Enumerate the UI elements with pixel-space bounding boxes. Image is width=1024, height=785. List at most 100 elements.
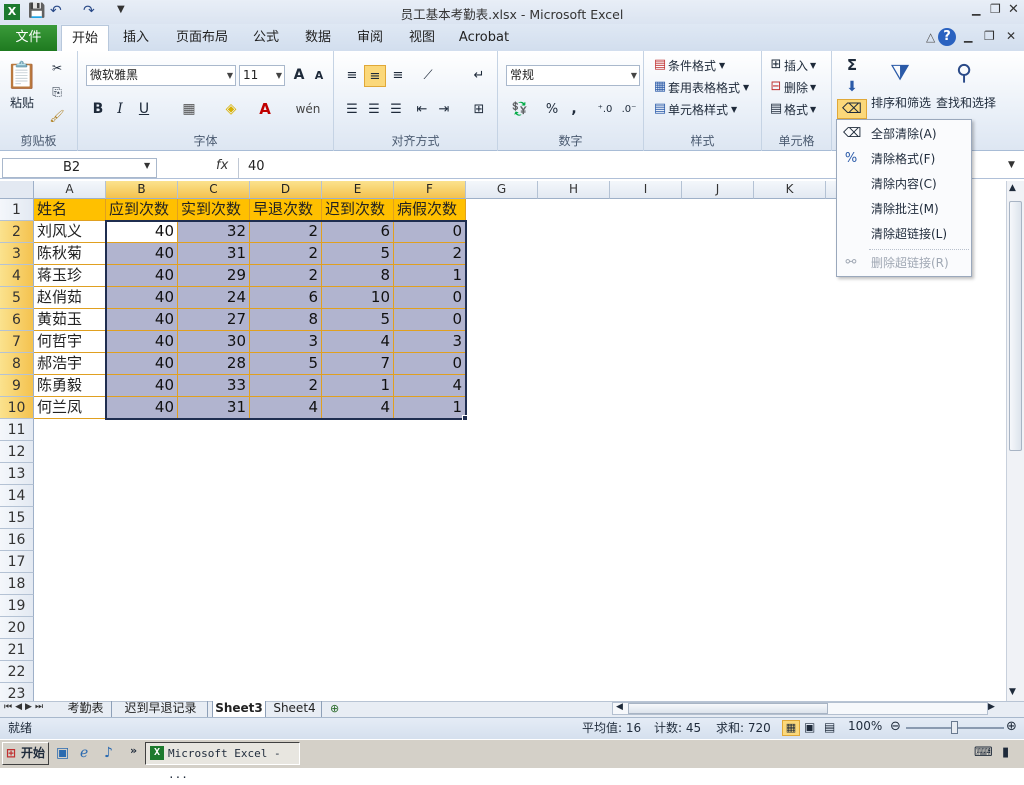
- zoom-level[interactable]: 100%: [848, 719, 882, 733]
- copy-icon[interactable]: ⎘: [48, 83, 66, 101]
- vertical-scroll-thumb[interactable]: [1009, 201, 1022, 451]
- row-header[interactable]: 4: [0, 265, 34, 287]
- page-break-view-icon[interactable]: ▤: [824, 720, 835, 734]
- border-icon[interactable]: ▦: [178, 99, 200, 119]
- scroll-down-icon[interactable]: ▼: [1009, 687, 1016, 697]
- merge-center-icon[interactable]: ⊞: [468, 99, 490, 119]
- align-bottom-icon[interactable]: ≡: [388, 65, 408, 85]
- table-cell[interactable]: 陈秋菊: [34, 243, 106, 265]
- column-header[interactable]: G: [466, 181, 538, 199]
- scroll-left-icon[interactable]: ◀: [616, 702, 623, 712]
- align-left-icon[interactable]: ☰: [342, 99, 362, 119]
- sheet-tab[interactable]: Sheet4: [268, 701, 322, 717]
- normal-view-icon[interactable]: ▦: [782, 720, 800, 736]
- align-center-icon[interactable]: ☰: [364, 99, 384, 119]
- table-cell[interactable]: 刘风义: [34, 221, 106, 243]
- row-header[interactable]: 6: [0, 309, 34, 331]
- font-name-combo[interactable]: 微软雅黑 ▼: [86, 65, 236, 86]
- row-header[interactable]: 18: [0, 573, 34, 595]
- align-right-icon[interactable]: ☰: [386, 99, 406, 119]
- table-cell[interactable]: 赵俏茹: [34, 287, 106, 309]
- horizontal-scroll-thumb[interactable]: [628, 703, 828, 714]
- align-top-icon[interactable]: ≡: [342, 65, 362, 85]
- sheet-tab[interactable]: 迟到早退记录: [114, 701, 208, 717]
- font-size-combo[interactable]: 11 ▼: [239, 65, 285, 86]
- row-header[interactable]: 20: [0, 617, 34, 639]
- row-header[interactable]: 13: [0, 463, 34, 485]
- insert-button[interactable]: ⊞ 插入 ▼: [768, 55, 830, 75]
- format-button[interactable]: ▤ 格式 ▼: [768, 99, 830, 119]
- format-as-table-button[interactable]: ▦ 套用表格格式 ▼: [652, 77, 760, 97]
- table-cell[interactable]: 蒋玉珍: [34, 265, 106, 287]
- cut-icon[interactable]: ✂: [48, 59, 66, 77]
- tab-file[interactable]: 文件: [0, 25, 57, 51]
- shrink-font-icon[interactable]: A: [310, 65, 328, 85]
- table-cell[interactable]: 黄茹玉: [34, 309, 106, 331]
- quicklaunch-media-icon[interactable]: ♪: [104, 745, 113, 761]
- column-header[interactable]: H: [538, 181, 610, 199]
- percent-button[interactable]: %: [542, 99, 562, 119]
- page-layout-view-icon[interactable]: ▣: [804, 720, 815, 734]
- table-cell[interactable]: 病假次数: [394, 199, 466, 221]
- column-header[interactable]: A: [34, 181, 106, 199]
- row-header[interactable]: 9: [0, 375, 34, 397]
- row-header[interactable]: 3: [0, 243, 34, 265]
- row-header[interactable]: 17: [0, 551, 34, 573]
- quicklaunch-ie-icon[interactable]: ℯ: [80, 745, 88, 761]
- fill-handle[interactable]: [462, 415, 468, 421]
- name-box[interactable]: B2: [2, 158, 157, 178]
- table-cell[interactable]: 陈勇毅: [34, 375, 106, 397]
- column-header[interactable]: I: [610, 181, 682, 199]
- sort-filter-icon[interactable]: ⧩: [882, 55, 918, 91]
- tray-keyboard-icon[interactable]: ⌨: [974, 745, 993, 760]
- help-icon[interactable]: ?: [938, 28, 956, 46]
- row-header[interactable]: 15: [0, 507, 34, 529]
- bold-button[interactable]: B: [88, 99, 108, 119]
- increase-indent-icon[interactable]: ⇥: [434, 99, 454, 119]
- insert-function-button[interactable]: fx: [216, 158, 228, 173]
- table-cell[interactable]: 应到次数: [106, 199, 178, 221]
- tab-formulas[interactable]: 公式: [244, 25, 288, 51]
- tab-view[interactable]: 视图: [400, 25, 444, 51]
- menu-clear-all[interactable]: ⌫ 全部清除(A): [837, 122, 971, 147]
- select-all-corner[interactable]: [0, 181, 34, 199]
- sheet-tab-active[interactable]: Sheet3: [212, 701, 266, 717]
- menu-clear-contents[interactable]: 清除内容(C): [837, 172, 971, 197]
- tab-insert[interactable]: 插入: [114, 25, 158, 51]
- column-header[interactable]: C: [178, 181, 250, 199]
- menu-clear-comments[interactable]: 清除批注(M): [837, 197, 971, 222]
- fill-color-icon[interactable]: ◈: [220, 99, 242, 119]
- fill-icon[interactable]: ⬇: [838, 77, 866, 97]
- column-header[interactable]: B: [106, 181, 178, 199]
- column-header[interactable]: J: [682, 181, 754, 199]
- row-header[interactable]: 16: [0, 529, 34, 551]
- tab-page-layout[interactable]: 页面布局: [170, 25, 234, 51]
- row-header[interactable]: 7: [0, 331, 34, 353]
- row-header[interactable]: 2: [0, 221, 34, 243]
- row-header[interactable]: 5: [0, 287, 34, 309]
- wrap-text-icon[interactable]: ↵: [468, 65, 490, 85]
- ribbon-minimize-icon[interactable]: △: [926, 30, 935, 44]
- row-header[interactable]: 8: [0, 353, 34, 375]
- currency-icon[interactable]: 💱: [506, 99, 534, 119]
- taskbar-excel-item[interactable]: X Microsoft Excel - ...: [145, 742, 300, 781]
- doc-restore-icon[interactable]: ❐: [984, 29, 995, 43]
- row-header[interactable]: 1: [0, 199, 34, 221]
- decrease-decimal-icon[interactable]: .0⁻: [618, 99, 640, 119]
- row-header[interactable]: 21: [0, 639, 34, 661]
- column-header[interactable]: K: [754, 181, 826, 199]
- clear-icon[interactable]: ⌫: [837, 99, 867, 119]
- table-cell[interactable]: 早退次数: [250, 199, 322, 221]
- table-cell[interactable]: 实到次数: [178, 199, 250, 221]
- tab-home[interactable]: 开始: [61, 25, 109, 51]
- delete-button[interactable]: ⊟ 删除 ▼: [768, 77, 830, 97]
- format-painter-icon[interactable]: 🖌: [48, 107, 66, 125]
- increase-decimal-icon[interactable]: ⁺.0: [594, 99, 616, 119]
- tray-network-icon[interactable]: ▮: [1002, 745, 1009, 760]
- doc-minimize-icon[interactable]: ▁: [964, 30, 972, 43]
- row-header[interactable]: 12: [0, 441, 34, 463]
- find-select-button[interactable]: 查找和选择: [932, 93, 1000, 111]
- quicklaunch-desktop-icon[interactable]: ▣: [56, 745, 69, 761]
- italic-button[interactable]: I: [110, 99, 130, 119]
- decrease-indent-icon[interactable]: ⇤: [412, 99, 432, 119]
